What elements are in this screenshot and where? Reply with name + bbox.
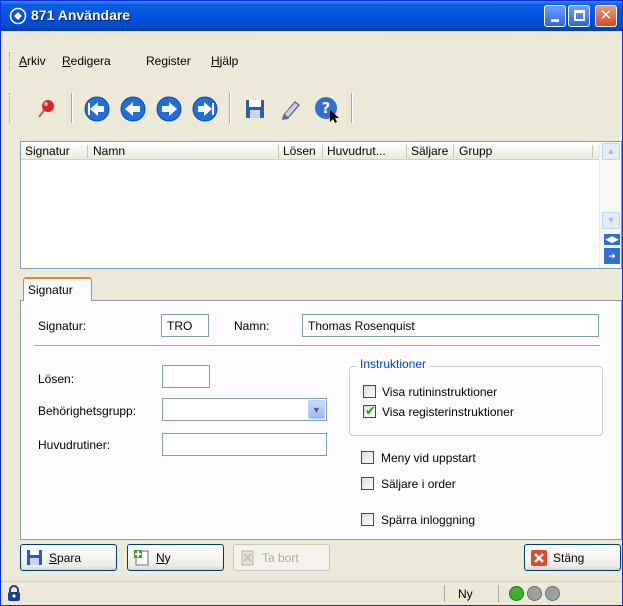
status-separator — [444, 585, 445, 602]
toolbar-separator — [71, 93, 73, 123]
tab-signatur[interactable]: Signatur — [23, 277, 92, 301]
status-mode: Ny — [458, 587, 473, 601]
signatur-label: Signatur: — [38, 319, 87, 333]
toolbar-grip[interactable] — [9, 93, 12, 123]
column-grupp[interactable]: Grupp — [459, 144, 492, 158]
divider — [34, 345, 600, 347]
column-huvudrutiner[interactable]: Huvudrut... — [327, 144, 386, 158]
maximize-button[interactable] — [568, 5, 590, 27]
svg-text:?: ? — [322, 99, 331, 117]
status-bar: Ny — [1, 581, 622, 605]
delete-icon — [241, 550, 254, 566]
saljare-checkbox[interactable] — [361, 477, 374, 490]
losen-label: Lösen: — [38, 372, 75, 386]
delete-label: Ta bort — [262, 551, 299, 565]
edit-icon[interactable] — [277, 95, 305, 123]
first-record-icon[interactable] — [83, 95, 111, 123]
signatur-field[interactable]: TRO — [161, 314, 209, 337]
logo-icon — [9, 7, 27, 25]
huvudrutiner-label: Huvudrutiner: — [38, 438, 111, 452]
scroll-down-button[interactable]: ▼ — [602, 212, 620, 229]
delete-button[interactable]: Ta bort — [233, 544, 330, 571]
menu-hjalp[interactable]: Hjälp — [211, 54, 238, 68]
behorighetsgrupp-label: Behörighetsgrupp: — [38, 404, 137, 418]
new-button[interactable]: Ny — [127, 544, 224, 571]
app-window: 871 Användare ✕ Arkiv Redigera Register … — [0, 0, 623, 606]
search-pin-icon[interactable] — [31, 95, 59, 123]
sparra-label[interactable]: Spärra inloggning — [381, 513, 475, 527]
close-icon — [531, 550, 547, 566]
instruktioner-group — [349, 366, 603, 436]
lock-icon — [8, 585, 20, 601]
list-header: Signatur Namn Lösen Huvudrut... Säljare … — [21, 142, 599, 160]
visa-rutin-label[interactable]: Visa rutininstruktioner — [382, 385, 497, 399]
meny-label[interactable]: Meny vid uppstart — [381, 451, 476, 465]
close-window-button[interactable]: ✕ — [595, 5, 617, 27]
toolbar-separator — [229, 93, 231, 123]
status-separator — [498, 585, 499, 602]
status-led-grey — [545, 586, 560, 601]
save-button[interactable]: Spara — [20, 544, 117, 571]
new-doc-icon — [134, 550, 149, 566]
chevron-down-icon[interactable]: ▼ — [308, 400, 325, 419]
column-namn[interactable]: Namn — [93, 144, 125, 158]
user-list[interactable]: Signatur Namn Lösen Huvudrut... Säljare … — [20, 141, 622, 269]
menu-arkiv[interactable]: Arkiv — [19, 54, 46, 68]
column-divider[interactable] — [406, 145, 407, 158]
visa-rutin-checkbox[interactable] — [363, 385, 376, 398]
checkmark-icon: ✔ — [365, 403, 376, 418]
huvudrutiner-field[interactable] — [162, 433, 327, 456]
close-button[interactable]: Stäng — [524, 544, 621, 571]
help-icon[interactable]: ? — [313, 95, 341, 123]
exit-icon[interactable]: ➜ — [604, 248, 620, 264]
save-icon — [27, 550, 42, 565]
saljare-label[interactable]: Säljare i order — [381, 477, 456, 491]
namn-label: Namn: — [234, 319, 270, 333]
menu-redigera[interactable]: Redigera — [62, 54, 111, 68]
window-title: 871 Användare — [31, 7, 131, 23]
meny-checkbox[interactable] — [361, 451, 374, 464]
menubar-grip[interactable] — [9, 52, 12, 70]
column-divider[interactable] — [453, 145, 454, 158]
minimize-button[interactable] — [544, 5, 566, 27]
namn-field[interactable]: Thomas Rosenquist — [302, 314, 599, 337]
menu-bar: Arkiv Redigera Register Hjälp — [1, 47, 622, 75]
visa-register-label[interactable]: Visa registerinstruktioner — [382, 405, 514, 419]
column-divider[interactable] — [278, 145, 279, 158]
scroll-up-button[interactable]: ▲ — [602, 143, 620, 160]
menu-register[interactable]: Register — [146, 54, 191, 68]
close-label: Stäng — [553, 551, 585, 565]
title-bar[interactable]: 871 Användare ✕ — [1, 1, 622, 31]
instruktioner-title: Instruktioner — [357, 357, 430, 371]
status-led-green — [509, 586, 524, 601]
last-record-icon[interactable] — [191, 95, 219, 123]
column-saljare[interactable]: Säljare — [411, 144, 448, 158]
toolbar-separator — [351, 93, 353, 123]
list-scrollbar[interactable]: ▲ ▼ ◀▶ ➜ — [599, 142, 621, 268]
column-divider[interactable] — [592, 145, 593, 158]
status-led-grey — [527, 586, 542, 601]
column-signatur[interactable]: Signatur — [25, 144, 70, 158]
visa-register-checkbox[interactable]: ✔ — [363, 403, 376, 418]
nav-left-right-icon[interactable]: ◀▶ — [604, 234, 620, 245]
losen-field[interactable] — [162, 365, 210, 388]
prev-record-icon[interactable] — [119, 95, 147, 123]
next-record-icon[interactable] — [155, 95, 183, 123]
behorighetsgrupp-select[interactable]: ▼ — [162, 398, 327, 421]
column-divider[interactable] — [322, 145, 323, 158]
column-losen[interactable]: Lösen — [283, 144, 316, 158]
toolbar: ? — [1, 87, 622, 129]
column-divider[interactable] — [87, 145, 88, 158]
sparra-checkbox[interactable] — [361, 513, 374, 526]
save-icon[interactable] — [241, 95, 269, 123]
